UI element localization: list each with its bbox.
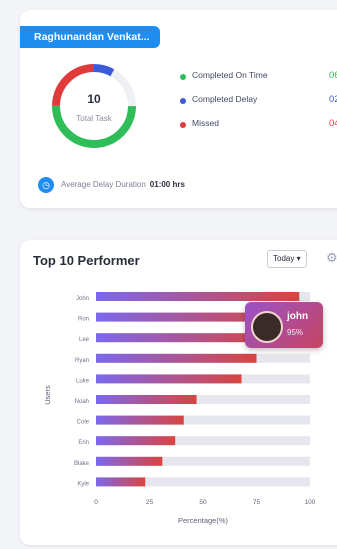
tooltip-name: john xyxy=(287,311,309,322)
x-axis-label: Percentage(%) xyxy=(178,516,229,525)
blue-dot-icon xyxy=(180,98,186,104)
y-tick-label: Blake xyxy=(74,461,90,467)
y-tick-label: Lee xyxy=(79,337,90,343)
y-tick-label: Luke xyxy=(76,378,90,384)
bar-kyle xyxy=(96,477,146,487)
x-tick-label: 25 xyxy=(146,499,154,506)
user-name-badge[interactable]: Raghunandan Venkat... xyxy=(20,26,160,48)
legend-missed: Missed 04 xyxy=(180,116,337,140)
avatar xyxy=(251,311,283,343)
y-axis-label: Users xyxy=(43,385,52,405)
clock-icon: ◷ xyxy=(38,177,54,193)
legend-value: 06 xyxy=(329,70,337,81)
bar-noah xyxy=(96,395,197,404)
y-tick-label: Cole xyxy=(77,420,90,426)
total-tasks-label: Total Task xyxy=(76,114,112,123)
bar-luke xyxy=(96,374,242,384)
x-tick-label: 50 xyxy=(199,499,207,506)
y-tick-label: Ryan xyxy=(75,358,89,364)
bar-cole xyxy=(96,415,184,425)
legend-value: 04 xyxy=(329,118,337,129)
legend-value: 02 xyxy=(329,94,337,105)
tooltip-value: 95% xyxy=(287,328,304,337)
x-tick-label: 0 xyxy=(94,499,98,506)
legend-label: Completed Delay xyxy=(192,94,258,104)
x-tick-label: 100 xyxy=(305,499,316,506)
y-tick-label: John xyxy=(76,296,89,302)
bar-john xyxy=(96,292,300,301)
donut-center: 10 Total Task xyxy=(48,60,140,152)
total-tasks-value: 10 xyxy=(87,92,101,106)
y-tick-label: Ron xyxy=(78,317,89,323)
performer-tooltip: john 95% xyxy=(245,302,323,348)
bar-erin xyxy=(96,436,176,446)
x-tick-label: 75 xyxy=(253,499,261,506)
y-tick-label: Kyle xyxy=(77,481,89,487)
average-delay-label: Average Delay Duration xyxy=(61,180,146,189)
legend-label: Completed On Time xyxy=(192,70,268,80)
top-performer-card: Top 10 Performer Today ▾ ⚙ John Ron Lee Rya… xyxy=(20,240,337,545)
green-dot-icon xyxy=(180,74,186,80)
bar-blake xyxy=(96,456,163,466)
red-dot-icon xyxy=(180,122,186,128)
bar-ryan xyxy=(96,353,257,363)
average-delay-value: 01:00 hrs xyxy=(149,180,185,189)
task-summary-card: Raghunandan Venkat... 10 Total Task Comp… xyxy=(20,10,337,208)
task-legend: Completed On Time 06 Completed Delay 02 … xyxy=(180,68,337,140)
average-delay-text: Average Delay Duration 01:00 hrs xyxy=(61,180,185,189)
y-tick-label: Noah xyxy=(75,399,89,405)
y-tick-label: Erin xyxy=(78,440,89,446)
legend-label: Missed xyxy=(192,118,219,128)
legend-completed-delay: Completed Delay 02 xyxy=(180,92,337,116)
performer-bar-chart: John Ron Lee Ryan Luke Noah Cole Erin Blake Kyle 0… xyxy=(43,292,316,525)
legend-completed-on-time: Completed On Time 06 xyxy=(180,68,337,92)
